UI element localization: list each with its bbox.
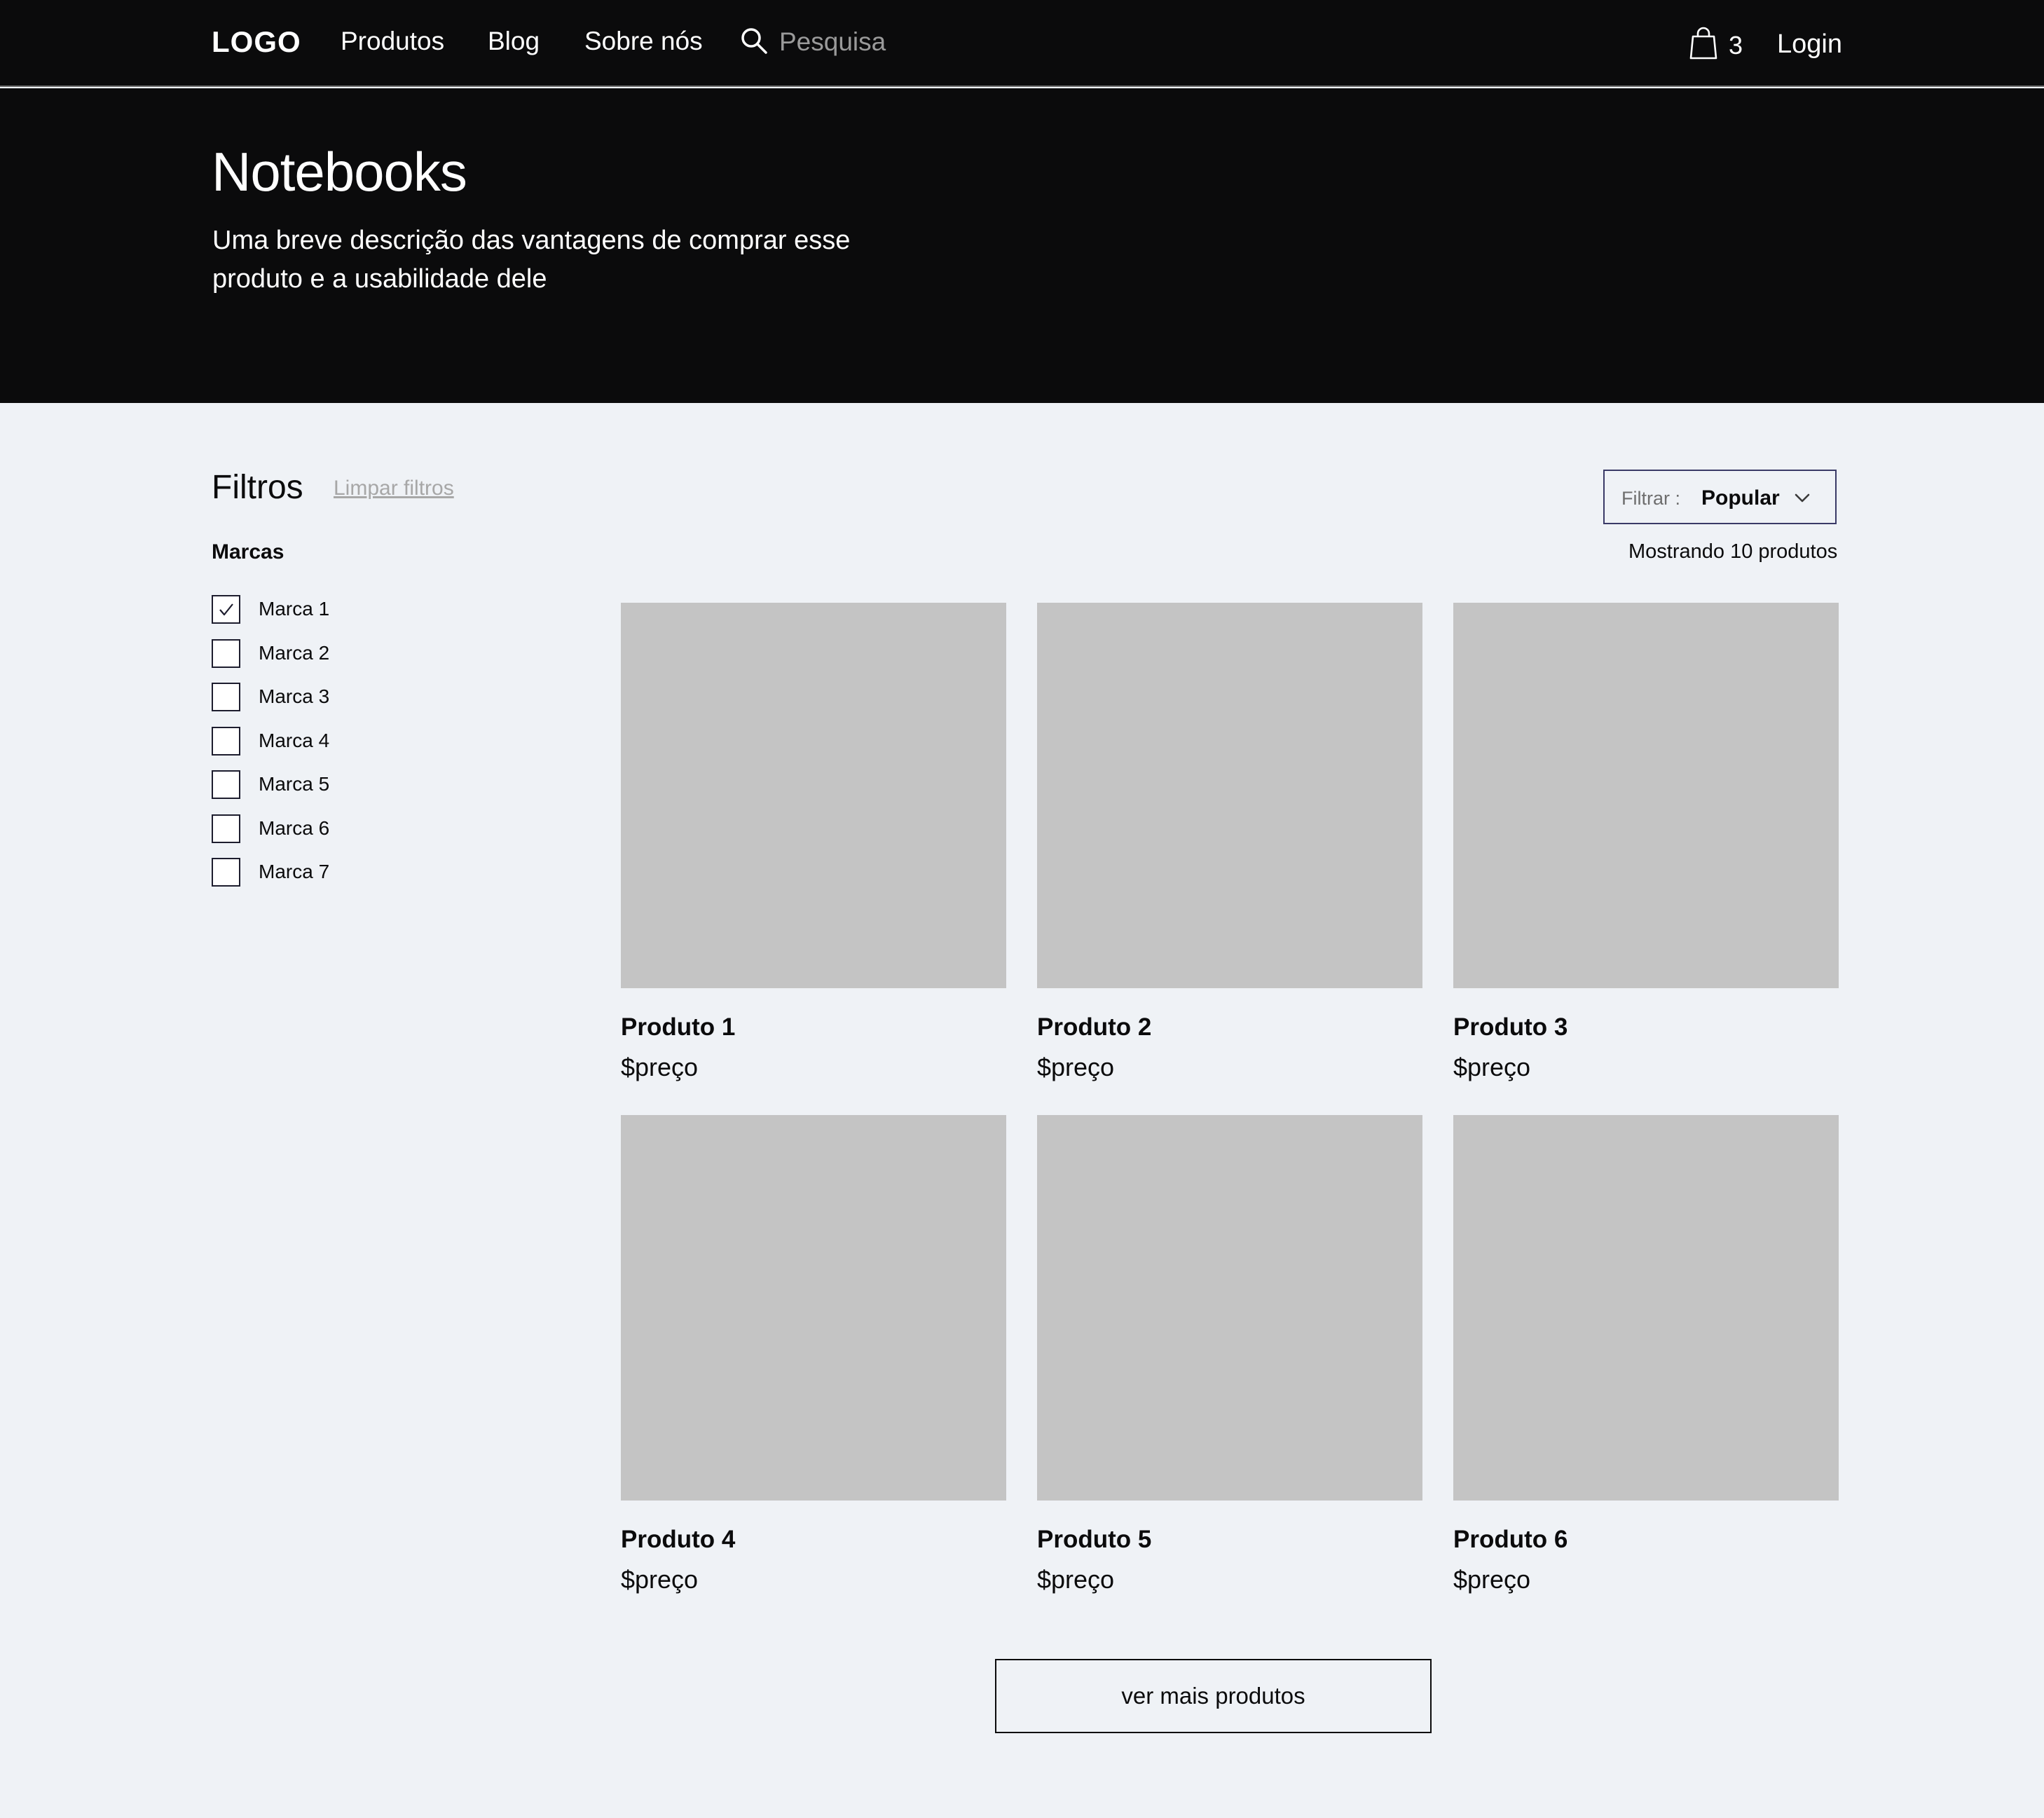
brand-checkbox-checked[interactable] [212, 595, 240, 624]
product-price: $preço [1453, 1053, 1531, 1081]
brand-checkbox[interactable] [212, 858, 240, 887]
logo[interactable]: LOGO [212, 25, 301, 59]
nav-link-produtos[interactable]: Produtos [341, 27, 444, 56]
brand-label: Marca 1 [259, 598, 330, 620]
brand-label: Marca 2 [259, 641, 330, 664]
brand-label: Marca 6 [259, 816, 330, 839]
sort-label: Filtrar : [1621, 488, 1680, 509]
top-navigation: LOGO Produtos Blog Sobre nós 3 Login [0, 0, 2044, 87]
page-title: Notebooks [212, 141, 467, 203]
product-image[interactable] [1453, 603, 1839, 988]
product-price: $preço [1037, 1565, 1115, 1594]
filters-title: Filtros [212, 469, 303, 506]
brand-filter-item[interactable]: Marca 7 [212, 858, 422, 902]
brand-filter-list: Marca 1 Marca 2 Marca 3 Marca 4 Marca 5 … [212, 595, 422, 902]
product-image[interactable] [621, 1115, 1006, 1501]
category-description: Uma breve descrição das vantagens de com… [212, 226, 851, 294]
product-name[interactable]: Produto 5 [1037, 1526, 1151, 1554]
sort-selected-value: Popular [1701, 486, 1780, 510]
checkmark-icon [219, 603, 233, 616]
search-icon[interactable] [740, 27, 768, 55]
chevron-down-icon [1792, 489, 1812, 506]
clear-filters-link[interactable]: Limpar filtros [334, 477, 454, 500]
brands-heading: Marcas [212, 540, 284, 563]
product-price: $preço [621, 1053, 699, 1081]
brand-filter-item[interactable]: Marca 6 [212, 814, 422, 859]
shopping-bag-icon[interactable] [1689, 27, 1718, 60]
brand-filter-item[interactable]: Marca 4 [212, 726, 422, 771]
product-image[interactable] [1037, 1115, 1422, 1501]
nav-link-blog[interactable]: Blog [488, 27, 540, 56]
category-hero: Notebooks Uma breve descrição das vantag… [0, 88, 2044, 403]
brand-label: Marca 7 [259, 861, 330, 882]
cart-count: 3 [1729, 31, 1743, 60]
brand-checkbox[interactable] [212, 638, 240, 668]
brand-filter-item[interactable]: Marca 2 [212, 638, 422, 683]
product-price: $preço [1453, 1565, 1531, 1594]
brand-filter-item[interactable]: Marca 5 [212, 770, 422, 814]
brand-label: Marca 4 [259, 729, 330, 751]
brand-checkbox[interactable] [212, 726, 240, 756]
product-price: $preço [621, 1565, 699, 1594]
product-name[interactable]: Produto 3 [1453, 1013, 1568, 1041]
product-image[interactable] [621, 603, 1006, 988]
brand-checkbox[interactable] [212, 683, 240, 711]
product-name[interactable]: Produto 1 [621, 1013, 735, 1041]
product-name[interactable]: Produto 4 [621, 1526, 735, 1554]
login-link[interactable]: Login [1777, 29, 1842, 60]
nav-link-sobre-nos[interactable]: Sobre nós [584, 27, 703, 56]
product-name[interactable]: Produto 6 [1453, 1526, 1568, 1554]
brand-checkbox[interactable] [212, 814, 240, 843]
result-count: Mostrando 10 produtos [1628, 540, 1838, 563]
load-more-button[interactable]: ver mais produtos [995, 1659, 1432, 1733]
product-name[interactable]: Produto 2 [1037, 1013, 1151, 1041]
sort-dropdown[interactable]: Filtrar : Popular [1603, 470, 1837, 524]
brand-label: Marca 3 [259, 685, 330, 707]
brand-filter-item[interactable]: Marca 3 [212, 683, 422, 727]
page: LOGO Produtos Blog Sobre nós 3 Login Not… [0, 0, 2044, 1818]
brand-label: Marca 5 [259, 773, 330, 795]
brand-checkbox[interactable] [212, 770, 240, 799]
product-image[interactable] [1037, 603, 1422, 988]
product-image[interactable] [1453, 1115, 1839, 1501]
search-input[interactable] [779, 21, 1074, 63]
brand-filter-item[interactable]: Marca 1 [212, 595, 422, 639]
product-price: $preço [1037, 1053, 1115, 1081]
